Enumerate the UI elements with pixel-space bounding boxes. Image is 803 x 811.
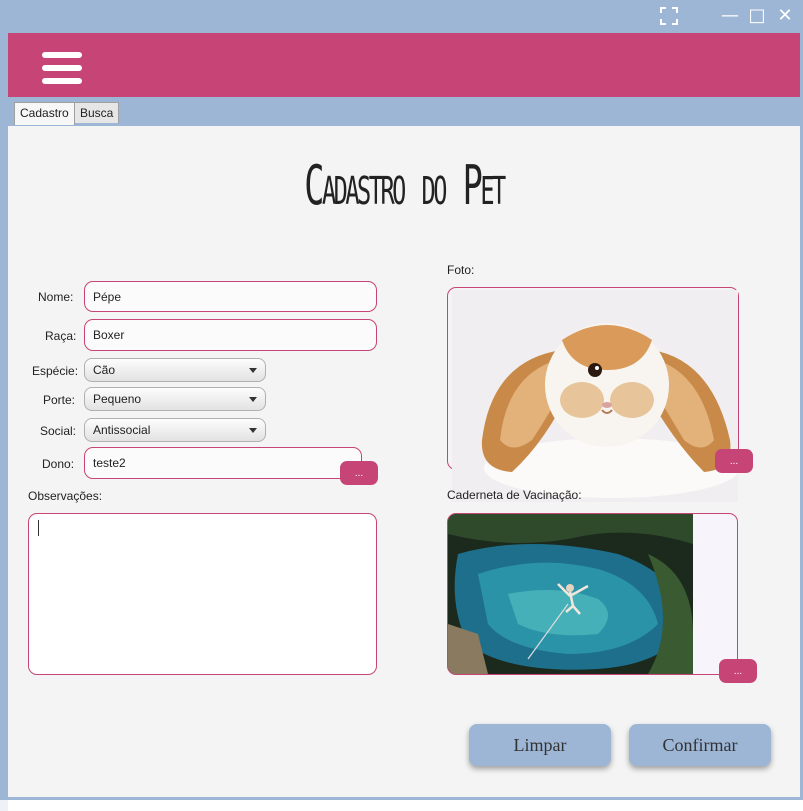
foto-browse-button[interactable]: ... [715,449,753,473]
text-caret [38,520,39,536]
nome-label: Nome: [38,290,74,304]
limpar-button[interactable]: Limpar [469,724,611,766]
social-label: Social: [40,424,77,438]
dono-browse-button[interactable]: ... [340,461,378,485]
dono-label: Dono: [42,457,75,471]
chevron-down-icon [249,368,257,373]
raca-field[interactable]: Boxer [84,319,377,351]
tab-cadastro[interactable]: Cadastro [14,102,75,125]
chevron-down-icon [249,397,257,402]
dono-value: teste2 [93,456,126,470]
foto-label: Foto: [447,263,475,277]
nome-value: Pépe [93,289,122,304]
especie-value: Cão [93,363,116,377]
caderneta-label: Caderneta de Vacinação: [447,488,582,502]
minimize-button[interactable]: — [719,5,741,27]
confirmar-button[interactable]: Confirmar [629,724,771,766]
nome-field[interactable]: Pépe [84,281,377,312]
page-title: Cadastro do Pet [304,154,506,217]
title-bar: — □ ✕ [0,0,803,33]
hamburger-menu-icon[interactable] [42,52,82,84]
dono-field[interactable]: teste2 [84,447,362,479]
bungee-jump-photo [448,514,693,674]
social-value: Antissocial [93,423,151,437]
caderneta-browse-button[interactable]: ... [719,659,757,683]
raca-label: Raça: [45,329,77,343]
observacoes-textarea[interactable] [28,513,377,675]
chevron-down-icon [249,428,257,433]
close-button[interactable]: ✕ [774,5,796,27]
tab-bar: Cadastro Busca [8,97,800,126]
social-select[interactable]: Antissocial [84,418,266,442]
especie-select[interactable]: Cão [84,358,266,382]
porte-select[interactable]: Pequeno [84,387,266,411]
rabbit-photo [452,290,740,502]
especie-label: Espécie: [32,364,79,378]
porte-value: Pequeno [93,392,142,406]
app-window: — □ ✕ Cadastro Busca Cadastro do Pet Nom… [0,0,803,800]
maximize-button[interactable]: □ [746,5,768,27]
caderneta-box[interactable] [447,513,738,675]
fullscreen-icon[interactable] [658,5,680,27]
tab-busca[interactable]: Busca [74,102,120,123]
observacoes-label: Observações: [28,489,103,503]
foto-box[interactable] [447,287,740,502]
app-header-bar [8,33,800,97]
cadastro-panel: Cadastro do Pet Nome: Pépe Raça: Boxer E… [8,126,800,797]
raca-value: Boxer [93,328,125,342]
porte-label: Porte: [43,393,76,407]
